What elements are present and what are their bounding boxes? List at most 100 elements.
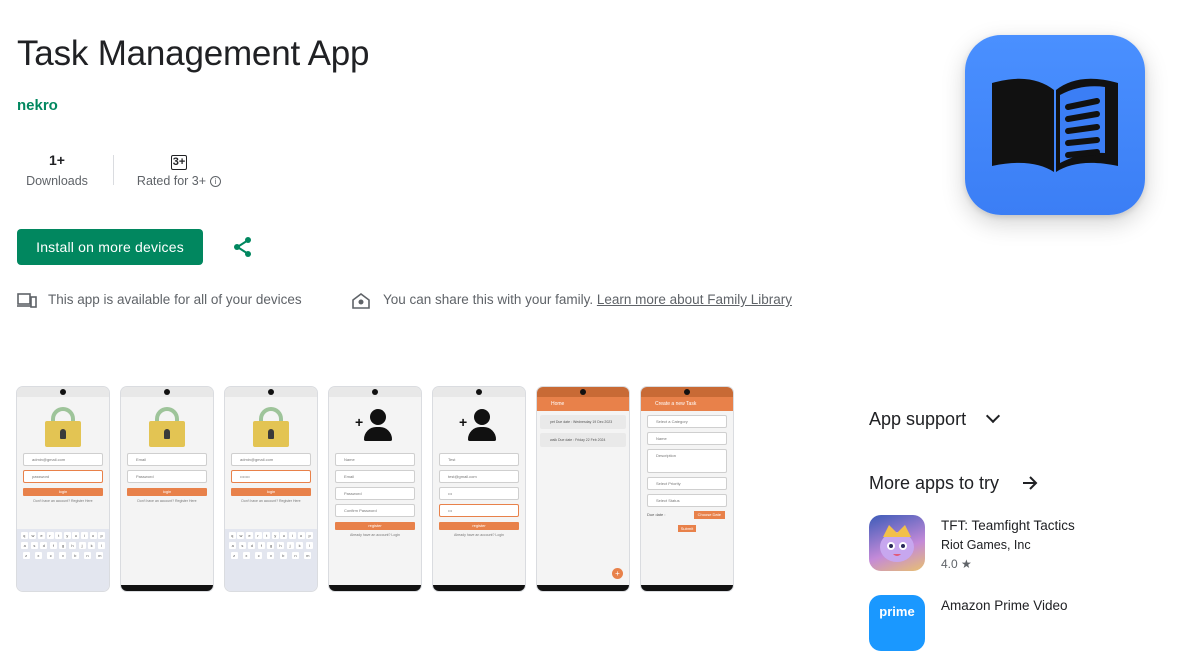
screenshot-4[interactable]: + Name Email Password Confirm Password r… — [329, 387, 421, 591]
downloads-stat: 1+ Downloads — [17, 150, 97, 188]
keyboard-key: l — [97, 542, 105, 549]
keyboard-key: f — [257, 542, 265, 549]
add-user-icon: + — [459, 407, 499, 447]
priority-select: Select Priority — [647, 477, 727, 490]
info-icon[interactable]: i — [210, 176, 222, 187]
screenshot-7[interactable]: Create a new Task Select a Category Name… — [641, 387, 733, 591]
email-field: Email — [335, 470, 415, 483]
register-hint: Don't have an account? Register Here — [137, 499, 197, 503]
choose-date-button: Choose Date — [693, 511, 725, 519]
app-support-toggle[interactable]: App support — [869, 408, 1001, 430]
rec-app-developer: Riot Games, Inc — [941, 538, 1031, 552]
register-button: register — [335, 522, 415, 530]
lock-icon — [149, 407, 185, 447]
keyboard-key: x — [242, 552, 250, 559]
keyboard-key: s — [30, 542, 38, 549]
family-note: You can share this with your family. — [383, 292, 594, 307]
more-apps-link[interactable]: More apps to try — [869, 473, 1038, 494]
password-field: password — [23, 470, 103, 483]
keyboard-key: x — [34, 552, 42, 559]
keyboard-key: o — [89, 532, 97, 539]
password-field: Password — [335, 487, 415, 500]
keyboard-key: w — [237, 532, 245, 539]
login-button: login — [23, 488, 103, 496]
keyboard-key: p — [98, 532, 106, 539]
devices-icon — [17, 292, 37, 310]
keyboard: qwertyuiop asdfghjkl zxcvbnm — [225, 529, 317, 591]
book-icon — [992, 78, 1118, 172]
screenshot-2[interactable]: Email Password login Don't have an accou… — [121, 387, 213, 591]
register-button: register — [439, 522, 519, 530]
keyboard-key: j — [78, 542, 86, 549]
confirm-password-field: Confirm Password — [335, 504, 415, 517]
keyboard-key: n — [84, 552, 92, 559]
email-field: admin@gmail.com — [231, 453, 311, 466]
category-select: Select a Category — [647, 415, 727, 428]
task-item: pet Due date : Wednesday 19 Dec 2023 — [540, 415, 626, 429]
add-task-fab: + — [612, 568, 623, 579]
confirm-password-field: ••• — [439, 504, 519, 517]
screenshot-5[interactable]: + Test test@gmail.com ••• ••• register A… — [433, 387, 525, 591]
keyboard-key: b — [71, 552, 79, 559]
screenshot-3[interactable]: admin@gmail.com ••••••• login Don't have… — [225, 387, 317, 591]
stat-divider — [113, 155, 114, 185]
keyboard-key: v — [267, 552, 275, 559]
developer-link[interactable]: nekro — [17, 97, 58, 114]
screenshot-1[interactable]: admin@gmail.com password login Don't hav… — [17, 387, 109, 591]
login-button: login — [231, 488, 311, 496]
prime-video-app-icon[interactable]: prime — [869, 595, 925, 651]
app-support-label: App support — [869, 409, 967, 429]
arrow-right-icon — [1023, 476, 1038, 490]
lock-icon — [45, 407, 81, 447]
keyboard-key: v — [59, 552, 67, 559]
name-field: Test — [439, 453, 519, 466]
screenshot-6[interactable]: Home pet Due date : Wednesday 19 Dec 202… — [537, 387, 629, 591]
keyboard-key: e — [37, 532, 45, 539]
keyboard-key: q — [228, 532, 236, 539]
keyboard-key: n — [292, 552, 300, 559]
rec-app-name[interactable]: TFT: Teamfight Tactics — [941, 518, 1075, 533]
submit-button: Submit — [678, 525, 696, 532]
keyboard-key: c — [255, 552, 263, 559]
due-date-label: Due date : — [647, 512, 666, 517]
description-field: Description — [647, 449, 727, 473]
home-header: Home — [537, 397, 629, 411]
rating-stat: 3+ Rated for 3+ i — [134, 150, 224, 188]
keyboard-key: w — [29, 532, 37, 539]
keyboard-key: l — [305, 542, 313, 549]
rating-label: Rated for 3+ — [136, 174, 207, 188]
keyboard-key: a — [229, 542, 237, 549]
login-hint: Already have an account? Login — [349, 533, 400, 537]
more-apps-label: More apps to try — [869, 473, 1000, 493]
password-field: Password — [127, 470, 207, 483]
keyboard-key: t — [55, 532, 63, 539]
family-note-row: You can share this with your family. Lea… — [383, 292, 792, 307]
family-icon — [351, 292, 371, 310]
keyboard-key: d — [248, 542, 256, 549]
register-hint: Don't have an account? Register Here — [241, 499, 301, 503]
install-button[interactable]: Install on more devices — [17, 229, 203, 265]
keyboard-key: c — [47, 552, 55, 559]
password-field: ••••••• — [231, 470, 311, 483]
keyboard-key: t — [263, 532, 271, 539]
rec-app-name[interactable]: Amazon Prime Video — [941, 598, 1068, 613]
keyboard-key: s — [238, 542, 246, 549]
devices-note: This app is available for all of your de… — [48, 292, 302, 307]
keyboard-key: y — [271, 532, 279, 539]
family-library-link[interactable]: Learn more about Family Library — [597, 292, 792, 307]
keyboard-key: m — [304, 552, 312, 559]
name-field: Name — [335, 453, 415, 466]
password-field: ••• — [439, 487, 519, 500]
task-item: walk Due date : Friday 22 Feb 2024 — [540, 433, 626, 447]
tft-app-icon[interactable] — [869, 515, 925, 571]
rec-app-rating: 4.0 ★ — [941, 557, 972, 571]
share-icon[interactable] — [231, 235, 255, 259]
status-select: Select Status — [647, 494, 727, 507]
content-rating-badge: 3+ — [170, 155, 188, 170]
keyboard-key: z — [230, 552, 238, 559]
keyboard: qwertyuiop asdfghjkl zxcvbnm — [17, 529, 109, 591]
keyboard-key: b — [279, 552, 287, 559]
lock-icon — [253, 407, 289, 447]
downloads-value: 1+ — [49, 152, 65, 168]
app-icon — [965, 35, 1145, 215]
